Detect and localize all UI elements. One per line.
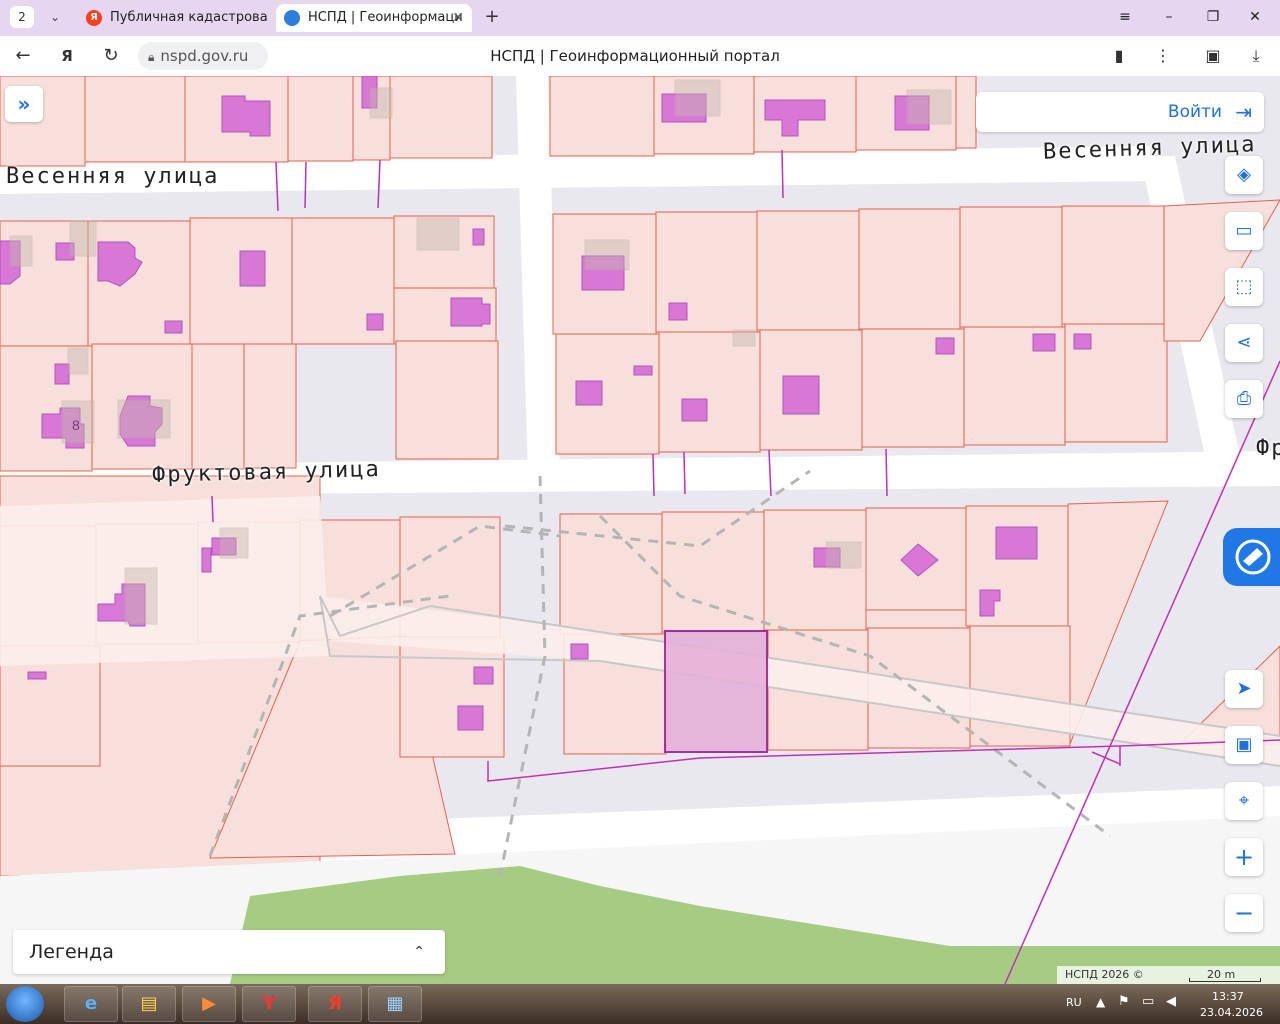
yandex-favicon-icon: Я (86, 9, 102, 26)
bookmark-icon[interactable]: ▮ (1106, 44, 1132, 68)
expand-chevron-icon[interactable]: ⌃ (413, 930, 425, 974)
street-label-vesennyaya: Весенняя улица (6, 164, 220, 189)
zoom-out-button[interactable]: − (1225, 894, 1263, 932)
ruler-icon: ▭ (1235, 220, 1253, 241)
media-player-icon[interactable]: ▶ (182, 986, 236, 1022)
login-label: Войти (1167, 102, 1222, 122)
gosuslugi-button[interactable] (1223, 528, 1280, 586)
tray-expand-icon[interactable]: ▲ (1096, 995, 1105, 1009)
lock-icon: 🔒︎ (148, 50, 155, 64)
tab-nspd[interactable]: НСПД | Геоинформаци ✕ (276, 4, 472, 32)
restore-button[interactable]: ❐ (1198, 6, 1228, 28)
locate-icon: ➤ (1236, 678, 1252, 699)
share-icon: ⋖ (1236, 332, 1252, 353)
explorer-icon[interactable]: ▤ (122, 986, 176, 1022)
flag-icon[interactable]: ⚑ (1118, 994, 1130, 1009)
new-tab-button[interactable]: + (481, 6, 503, 28)
zoom-in-icon: + (1233, 843, 1255, 871)
search-location-button[interactable]: ⌖ (1225, 782, 1263, 820)
start-button[interactable] (6, 986, 44, 1022)
map-attribution: НСПД 2026 © 20 m (1057, 966, 1280, 984)
share-button[interactable]: ⋖ (1225, 324, 1263, 362)
volume-icon[interactable]: ◀ (1166, 994, 1176, 1009)
tab-list-chevron-icon[interactable]: ⌄ (44, 6, 66, 28)
copyright-text: НСПД 2026 © (1065, 968, 1144, 981)
minimap-icon: ▣ (1235, 734, 1253, 755)
browser-tab-bar: 2 ⌄ Я Публичная кадастровая к НСПД | Геои… (0, 0, 1280, 36)
downloads-icon[interactable]: ⤓ (1243, 44, 1269, 68)
map-canvas[interactable]: 8 Весенняя улица Весенняя улица Фруктова… (0, 76, 1280, 984)
close-window-button[interactable]: ✕ (1240, 6, 1270, 28)
layers-button[interactable]: ◈ (1225, 156, 1263, 194)
scale-bar (1189, 978, 1261, 982)
print-button[interactable]: ⎙ (1225, 380, 1263, 418)
address-bar: ← Я ↻ 🔒︎ nspd.gov.ru НСПД | Геоинформацио… (0, 36, 1280, 77)
network-icon[interactable]: ▭ (1142, 994, 1154, 1009)
parcel-number: 8 (72, 417, 80, 433)
page-title: НСПД | Геоинформационный портал (490, 47, 780, 65)
clock-time[interactable]: 13:37 (1212, 990, 1244, 1003)
yandex-icon[interactable]: Я (308, 986, 362, 1022)
close-tab-icon[interactable]: ✕ (452, 4, 464, 32)
layers-icon: ◈ (1237, 164, 1251, 185)
login-button[interactable]: Войти ⇥ (976, 92, 1264, 132)
login-icon: ⇥ (1235, 100, 1252, 124)
yandex-browser-icon[interactable]: Y (242, 986, 296, 1022)
select-area-button[interactable]: ⬚ (1225, 268, 1263, 306)
expand-panel-button[interactable]: » (5, 86, 43, 122)
language-indicator[interactable]: RU (1066, 996, 1082, 1009)
menu-icon[interactable]: ≡ (1110, 6, 1140, 28)
url-field[interactable]: 🔒︎ nspd.gov.ru (138, 42, 268, 70)
zoom-out-icon: − (1233, 899, 1255, 927)
locate-button[interactable]: ➤ (1225, 670, 1263, 708)
nspd-favicon-icon (284, 9, 300, 26)
tab-title: НСПД | Геоинформаци (308, 10, 463, 25)
street-label-fruktovaya-right: Фр (1256, 436, 1280, 461)
cadastral-map: 8 (0, 76, 1280, 984)
tab-title: Публичная кадастровая к (110, 10, 268, 25)
gosuslugi-icon (1235, 539, 1271, 575)
more-menu-icon[interactable]: ⋮ (1150, 44, 1176, 68)
reload-button[interactable]: ↻ (98, 44, 124, 68)
minimize-button[interactable]: – (1154, 6, 1184, 28)
tab-count-button[interactable]: 2 (10, 6, 34, 28)
reading-mode-icon[interactable]: ▣ (1200, 44, 1226, 68)
image-viewer-icon[interactable]: ▦ (368, 986, 422, 1022)
legend-panel[interactable]: Легенда ⌃ (13, 930, 445, 974)
ruler-button[interactable]: ▭ (1225, 212, 1263, 250)
legend-label: Легенда (29, 941, 114, 963)
yandex-icon[interactable]: Я (54, 44, 80, 68)
print-icon: ⎙ (1236, 388, 1252, 409)
clock-date[interactable]: 23.04.2026 (1200, 1006, 1263, 1019)
zoom-in-button[interactable]: + (1225, 838, 1263, 876)
minimap-button[interactable]: ▣ (1225, 726, 1263, 764)
search-location-icon: ⌖ (1238, 790, 1250, 811)
back-button[interactable]: ← (10, 44, 36, 68)
ie-icon[interactable]: e (64, 986, 118, 1022)
tab-cadastral[interactable]: Я Публичная кадастровая к (78, 4, 268, 32)
windows-taskbar: e ▤ ▶ Y Я ▦ RU ▲ ⚑ ▭ ◀ 13:37 23.04.2026 (0, 984, 1280, 1024)
select-area-icon: ⬚ (1235, 276, 1253, 297)
